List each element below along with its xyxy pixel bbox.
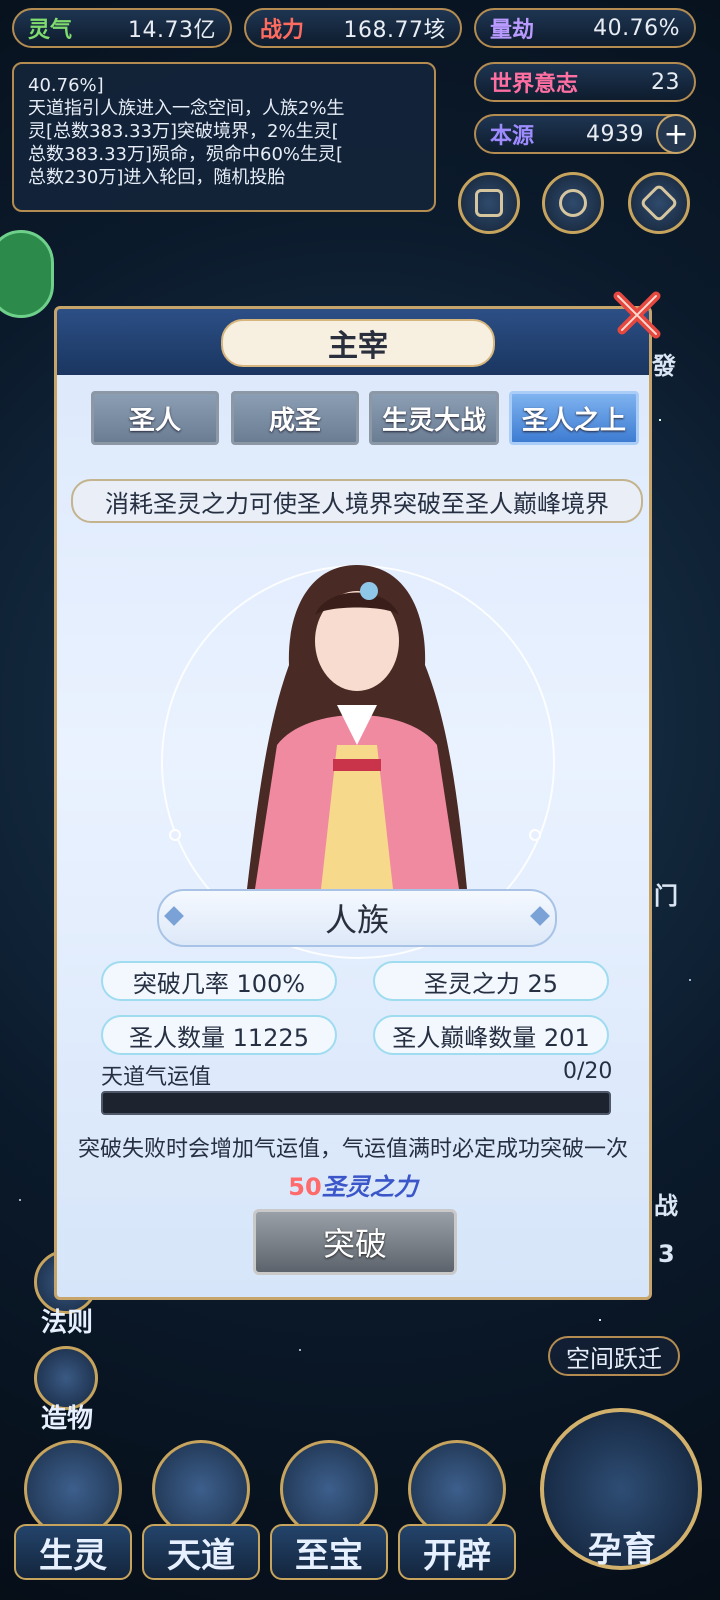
shijie-value: 23 [651, 69, 680, 95]
tab-beyond-saint[interactable]: 圣人之上 [509, 391, 639, 445]
zhanli-bar[interactable]: 战力 168.77垓 [244, 8, 462, 48]
halo-dot-right [529, 829, 541, 841]
benyuan-bar[interactable]: 本源 4939 + [474, 114, 696, 154]
dialog-title: 主宰 [221, 319, 495, 367]
bg-label-zhan: 战 [654, 1192, 678, 1220]
ruler-dialog: 主宰 圣人 成圣 生灵大战 圣人之上 消耗圣灵之力可使圣人境界突破至圣人巅峰境界… [54, 306, 652, 1300]
tab-bar: 圣人 成圣 生灵大战 圣人之上 [71, 391, 641, 445]
nav-heaven-dao[interactable]: 天道 [142, 1440, 260, 1590]
notice-line: 总数383.33万]殒命，殒命中60%生灵[ [28, 144, 344, 165]
breakthrough-hint: 突破失败时会增加气运值，气运值满时必定成功突破一次 [77, 1137, 628, 1162]
luck-count: 0/20 [563, 1059, 613, 1084]
nav-heaven-dao-label: 天道 [142, 1524, 260, 1580]
benyuan-value: 4939 [586, 121, 644, 147]
dialog-header: 主宰 [57, 309, 649, 375]
nav-creatures[interactable]: 生灵 [14, 1440, 132, 1590]
card-icon[interactable] [458, 172, 520, 234]
lingqi-label: 灵气 [28, 18, 73, 43]
bg-label-men: 门 [654, 882, 678, 910]
notice-line: 总数230万]进入轮回，随机投胎 [28, 167, 286, 188]
nav-open-world-label: 开辟 [398, 1524, 516, 1580]
bg-label-fa: 發 [652, 352, 676, 380]
nav-treasure-label: 至宝 [270, 1524, 388, 1580]
peak-count-stat: 圣人巅峰数量 201 [373, 1015, 609, 1055]
lingqi-value: 14.73亿 [128, 18, 216, 43]
add-benyuan-button[interactable]: + [656, 114, 696, 154]
nurture-label: 孕育 [588, 1529, 656, 1570]
close-icon[interactable] [612, 286, 666, 340]
scroll-icon[interactable] [628, 172, 690, 234]
cost-amount: 50 [288, 1173, 322, 1201]
notice-line: 灵[总数383.33万]突破境界，2%生灵[ [28, 121, 339, 142]
zao-wu-emblem[interactable]: 造物 [30, 1346, 104, 1434]
race-name: 人族 [324, 901, 389, 939]
benyuan-label: 本源 [490, 124, 535, 149]
luck-label: 天道气运值 [101, 1065, 212, 1090]
cost-resource: 圣灵之力 [321, 1173, 418, 1201]
lingqi-bar[interactable]: 灵气 14.73亿 [12, 8, 232, 48]
saint-count-stat: 圣人数量 11225 [101, 1015, 337, 1055]
space-jump-button[interactable]: 空间跃迁 [548, 1336, 680, 1376]
zhanli-value: 168.77垓 [343, 18, 446, 43]
shijie-label: 世界意志 [490, 72, 579, 97]
dialog-description: 消耗圣灵之力可使圣人境界突破至圣人巅峰境界 [71, 479, 643, 523]
nav-treasure[interactable]: 至宝 [270, 1440, 388, 1590]
tab-creature-war[interactable]: 生灵大战 [369, 391, 499, 445]
breakthrough-cost: 50圣灵之力 [57, 1167, 649, 1202]
fa-ze-label: 法则 [40, 1308, 93, 1338]
sacred-power-stat: 圣灵之力 25 [373, 961, 609, 1001]
luck-progress-bar [101, 1091, 611, 1115]
nav-open-world[interactable]: 开辟 [398, 1440, 516, 1590]
race-banner: 人族 [157, 889, 557, 947]
notice-line: 天道指引人族进入一念空间，人族2%生 [28, 98, 345, 119]
break-rate-stat: 突破几率 100% [101, 961, 337, 1001]
notice-line: 40.76%] [28, 75, 104, 96]
zhanli-label: 战力 [260, 18, 305, 43]
halo-dot-left [169, 829, 181, 841]
event-notice: 40.76%] 天道指引人族进入一念空间，人族2%生 灵[总数383.33万]突… [12, 62, 436, 212]
liangjie-bar[interactable]: 量劫 40.76% [474, 8, 696, 48]
human-race-portrait [247, 565, 467, 889]
banner-diamond-left [164, 906, 184, 926]
shijie-bar[interactable]: 世界意志 23 [474, 62, 696, 102]
banner-diamond-right [530, 906, 550, 926]
tab-saint[interactable]: 圣人 [91, 391, 219, 445]
liangjie-value: 40.76% [593, 15, 680, 41]
breakthrough-button[interactable]: 突破 [253, 1209, 457, 1275]
liangjie-label: 量劫 [490, 18, 535, 43]
nav-creatures-label: 生灵 [14, 1524, 132, 1580]
portal-icon[interactable] [542, 172, 604, 234]
bg-label-three: 3 [658, 1240, 675, 1268]
tab-become-saint[interactable]: 成圣 [231, 391, 359, 445]
zao-wu-label: 造物 [40, 1404, 93, 1434]
nurture-button[interactable]: 孕育 [540, 1408, 702, 1578]
side-badge[interactable] [0, 230, 54, 318]
